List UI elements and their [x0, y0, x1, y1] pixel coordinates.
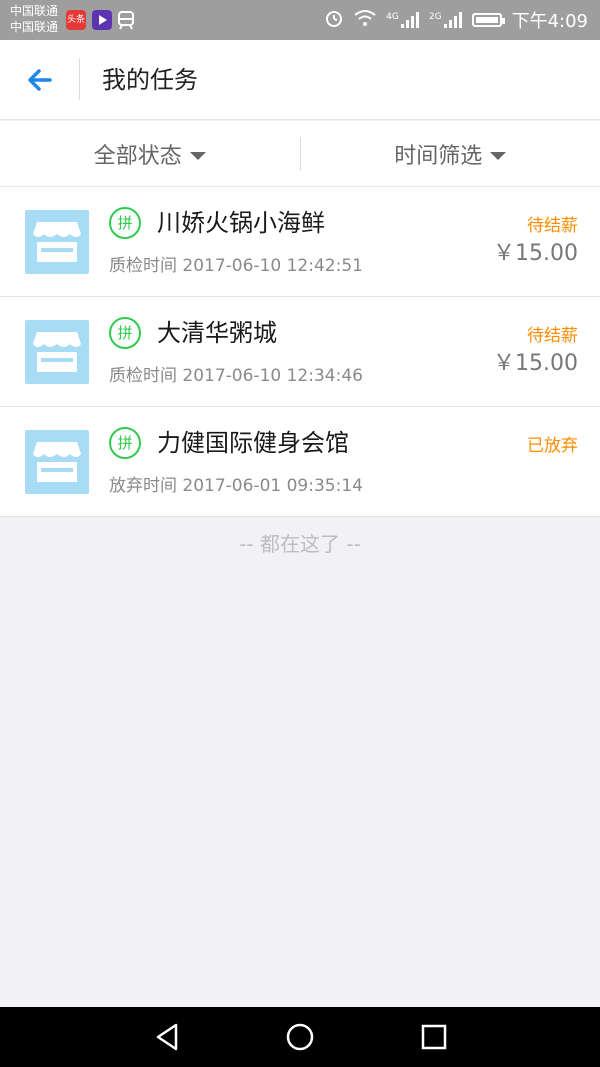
- signal-4g-icon: 4G: [386, 12, 419, 28]
- alarm-icon: [324, 8, 344, 33]
- video-app-icon: [92, 10, 112, 30]
- task-name: 大清华粥城: [157, 319, 277, 347]
- triangle-back-icon: [156, 1023, 178, 1051]
- battery-icon: [471, 13, 505, 27]
- status-filter-label: 全部状态: [93, 143, 182, 169]
- caret-down-icon: [189, 151, 206, 160]
- filter-bar: 全部状态 时间筛选: [0, 121, 600, 187]
- nav-home-button[interactable]: [284, 1021, 316, 1053]
- task-time: 放弃时间 2017-06-01 09:35:14: [109, 476, 363, 496]
- task-item[interactable]: 拼 大清华粥城 质检时间 2017-06-10 12:34:46 待结薪 ￥15…: [0, 297, 600, 407]
- status-bar: 中国联通 中国联通 头条 4G 2G 下午4:09: [0, 0, 600, 40]
- shop-icon: [25, 320, 89, 384]
- back-button[interactable]: [20, 60, 60, 100]
- caret-down-icon: [490, 151, 507, 160]
- task-name: 川娇火锅小海鲜: [157, 209, 325, 237]
- task-time: 质检时间 2017-06-10 12:34:46: [109, 366, 363, 386]
- nav-recent-button[interactable]: [418, 1021, 450, 1053]
- shop-icon: [25, 430, 89, 494]
- task-status: 待结薪: [527, 326, 578, 346]
- task-item[interactable]: 拼 力健国际健身会馆 放弃时间 2017-06-01 09:35:14 已放弃: [0, 407, 600, 517]
- status-icons: 4G 2G 下午4:09: [324, 8, 588, 32]
- circle-home-icon: [286, 1023, 314, 1051]
- list-end-text: -- 都在这了 --: [239, 532, 361, 556]
- task-time: 质检时间 2017-06-10 12:42:51: [109, 256, 363, 276]
- time-filter-dropdown[interactable]: 时间筛选: [301, 121, 600, 186]
- back-arrow-icon: [28, 69, 52, 91]
- pin-badge: 拼: [109, 317, 141, 349]
- task-item[interactable]: 拼 川娇火锅小海鲜 质检时间 2017-06-10 12:42:51 待结薪 ￥…: [0, 187, 600, 297]
- nav-back-button[interactable]: [152, 1021, 184, 1053]
- time-filter-label: 时间筛选: [394, 143, 483, 169]
- status-filter-dropdown[interactable]: 全部状态: [0, 121, 300, 186]
- toutiao-app-icon: 头条: [66, 10, 86, 30]
- pin-badge: 拼: [109, 207, 141, 239]
- task-name: 力健国际健身会馆: [157, 429, 349, 457]
- task-list: 拼 川娇火锅小海鲜 质检时间 2017-06-10 12:42:51 待结薪 ￥…: [0, 187, 600, 517]
- clock: 下午4:09: [511, 11, 588, 32]
- pin-badge: 拼: [109, 427, 141, 459]
- carrier-2: 中国联通: [10, 20, 59, 34]
- header-divider: [79, 58, 80, 100]
- app-header: 我的任务: [0, 40, 600, 120]
- carrier-labels: 中国联通 中国联通: [10, 3, 58, 35]
- signal-2g-icon: 2G: [429, 12, 462, 28]
- square-recent-icon: [421, 1024, 447, 1050]
- system-nav-bar: [0, 1007, 600, 1067]
- carrier-1: 中国联通: [10, 4, 59, 18]
- page-title: 我的任务: [102, 66, 198, 94]
- task-status: 待结薪: [527, 216, 578, 236]
- task-price: ￥15.00: [493, 241, 578, 266]
- task-price: ￥15.00: [493, 351, 578, 376]
- shop-icon: [25, 210, 89, 274]
- wifi-icon: [354, 9, 376, 32]
- train-icon: [116, 10, 136, 30]
- task-status: 已放弃: [527, 436, 578, 456]
